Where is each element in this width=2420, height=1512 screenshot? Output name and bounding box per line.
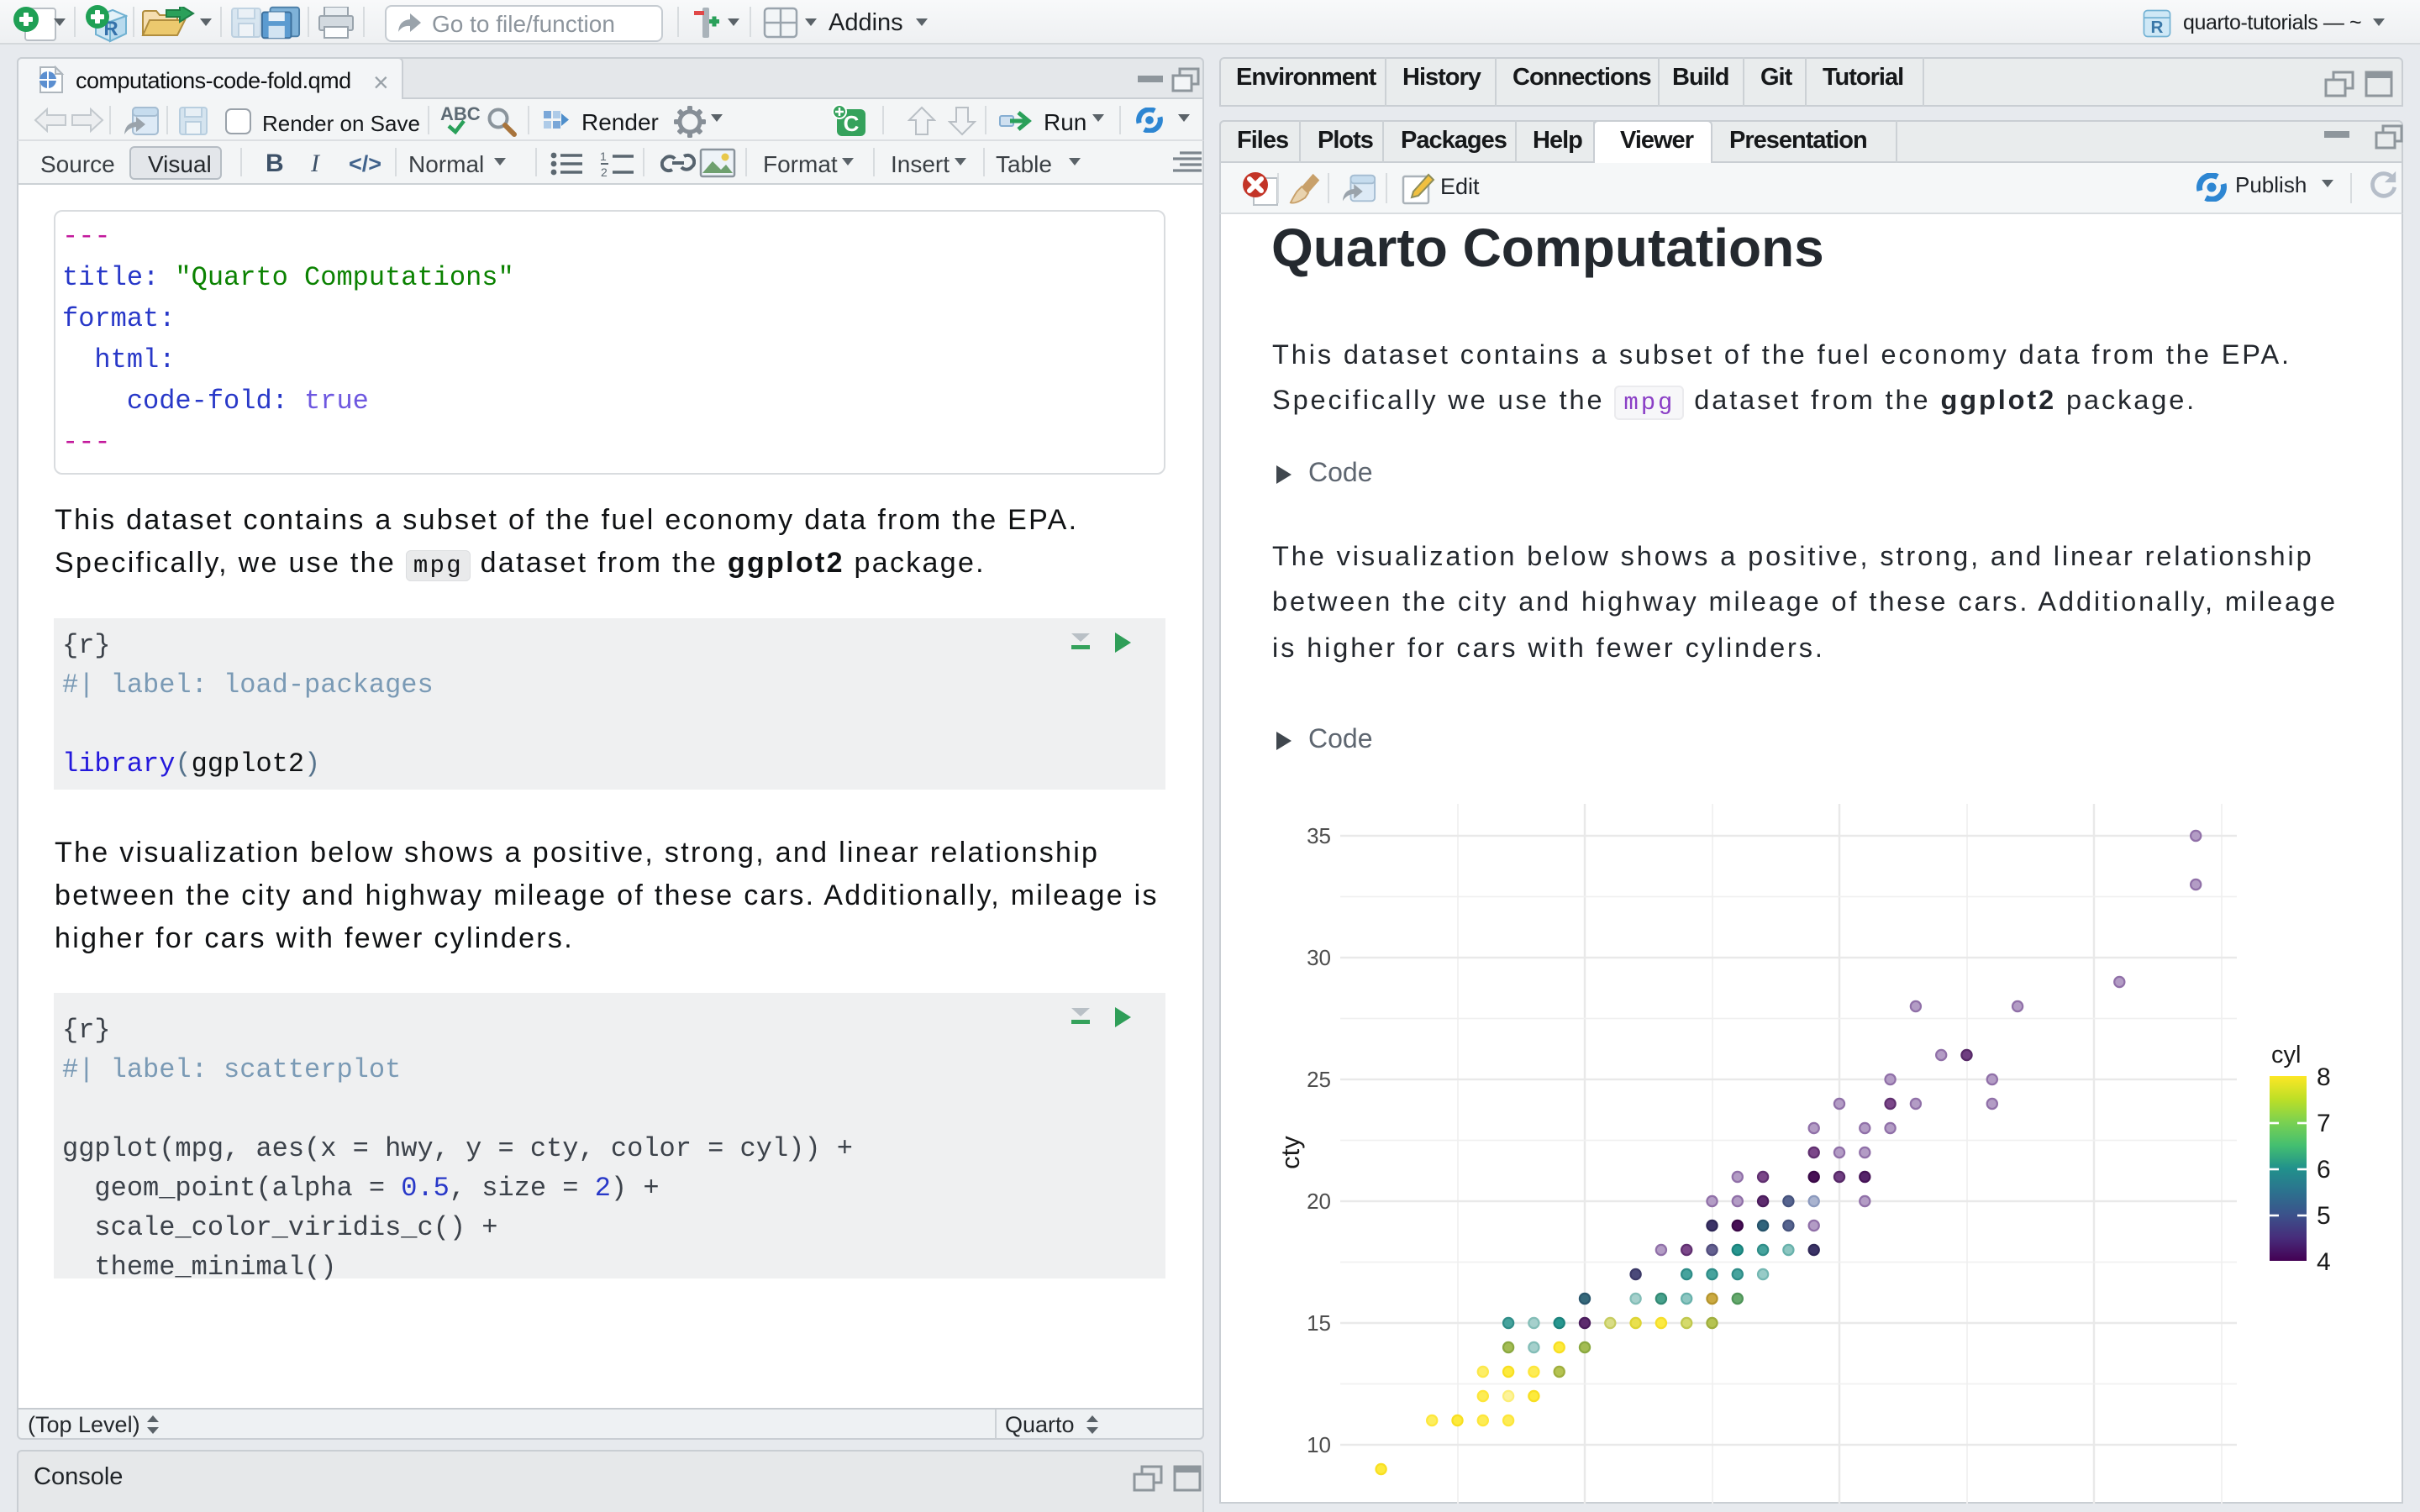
svg-text:1: 1 xyxy=(600,150,607,163)
svg-text:4: 4 xyxy=(2317,1248,2331,1276)
svg-text:35: 35 xyxy=(1307,823,1331,848)
svg-text:2: 2 xyxy=(601,165,608,178)
svg-text:7: 7 xyxy=(2317,1110,2331,1137)
svg-text:20: 20 xyxy=(1307,1189,1331,1214)
svg-text:25: 25 xyxy=(1307,1067,1331,1092)
svg-text:10: 10 xyxy=(1307,1432,1331,1457)
svg-text:15: 15 xyxy=(1307,1310,1331,1336)
svg-text:6: 6 xyxy=(2317,1156,2331,1184)
svg-text:R: R xyxy=(2151,18,2164,37)
svg-text:5: 5 xyxy=(2317,1202,2331,1230)
svg-text:30: 30 xyxy=(1307,945,1331,970)
svg-text:8: 8 xyxy=(2317,1063,2331,1091)
svg-text:cyl: cyl xyxy=(2271,1042,2301,1068)
svg-text:cty: cty xyxy=(1276,1136,1305,1169)
